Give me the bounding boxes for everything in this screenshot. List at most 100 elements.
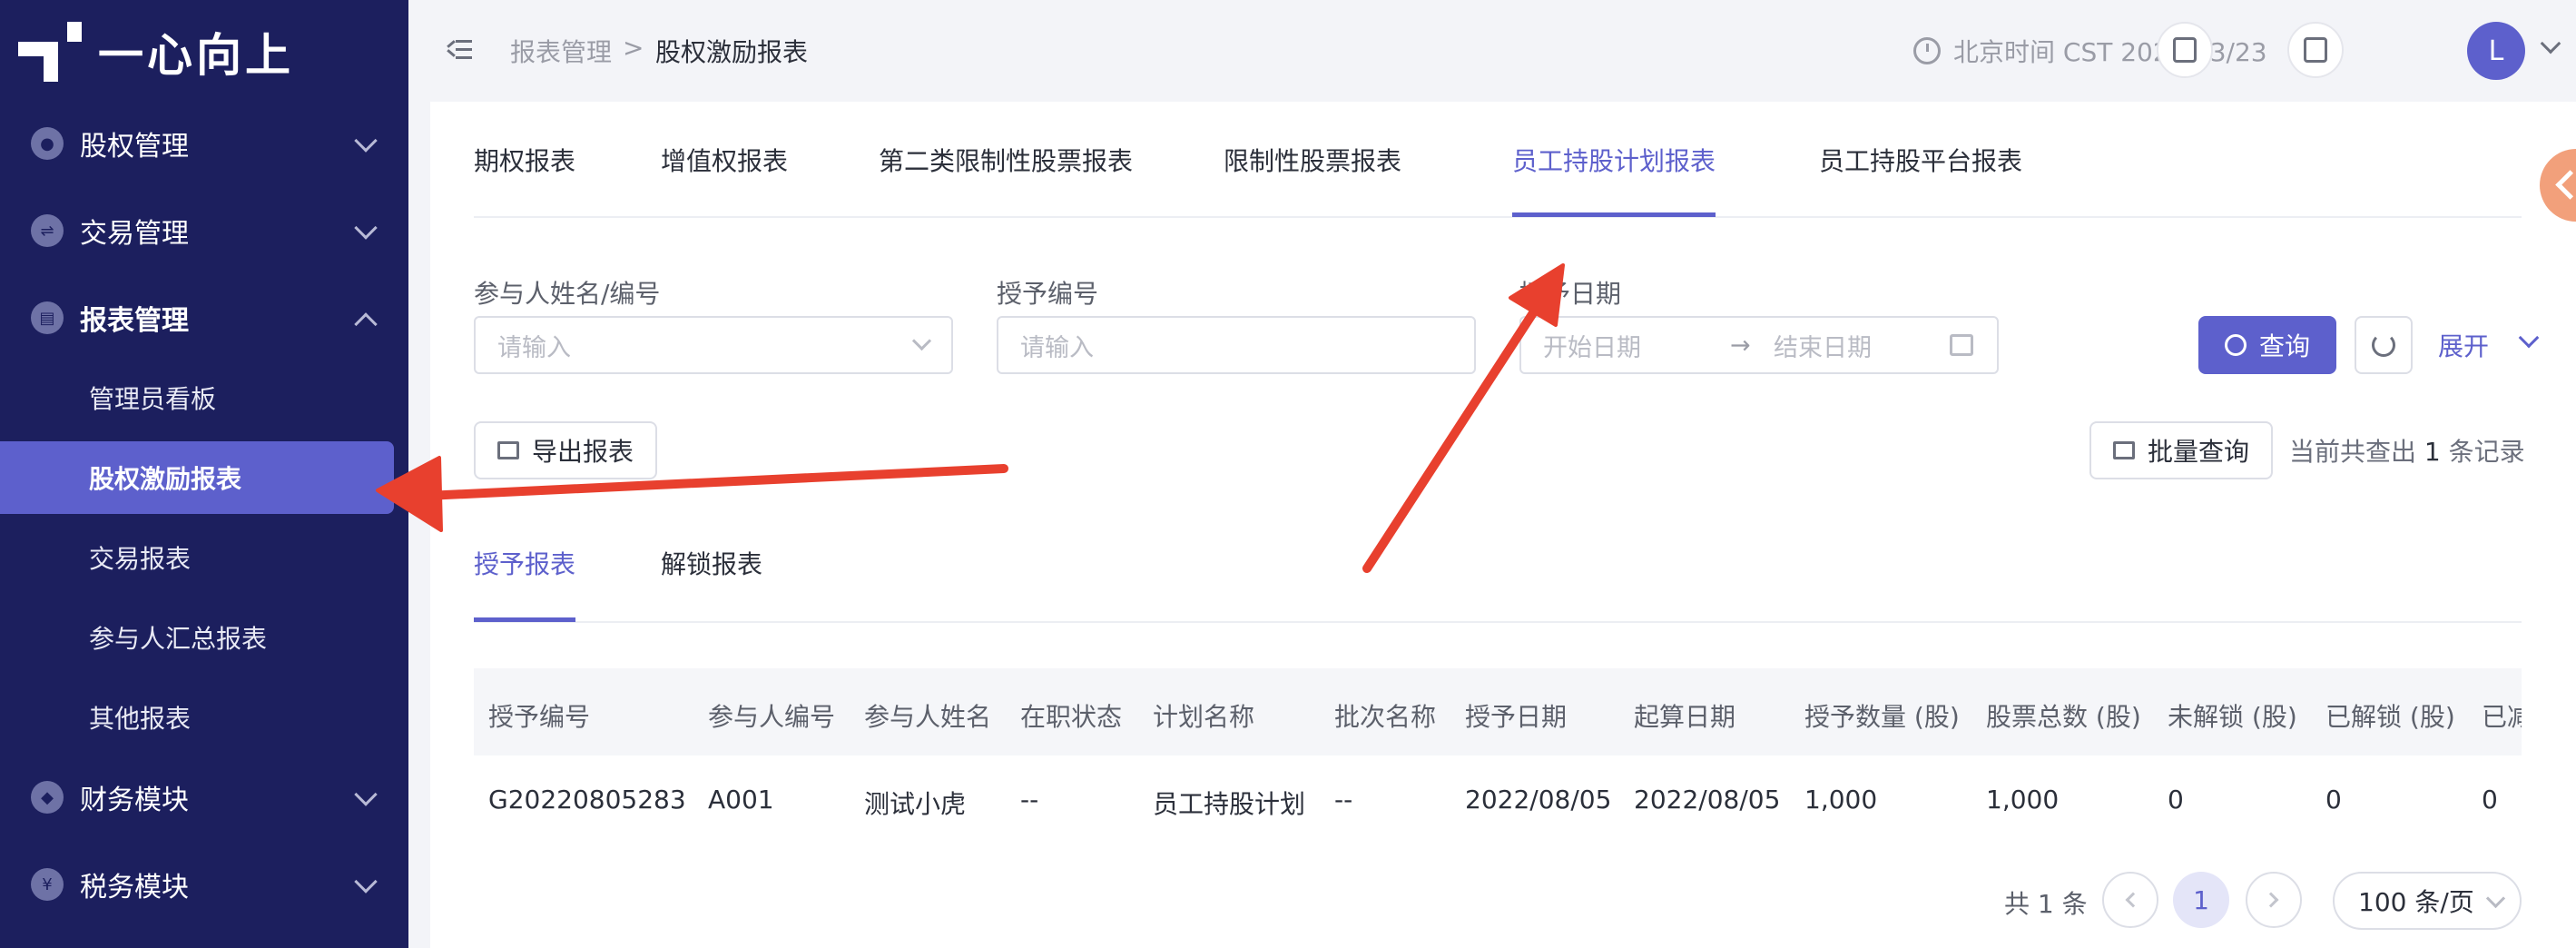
sidebar-subitem-admin-board[interactable]: 管理员看板 xyxy=(0,361,408,434)
avatar[interactable]: L xyxy=(2467,22,2525,80)
finance-icon: ◆ xyxy=(31,781,64,814)
chevron-down-icon[interactable] xyxy=(2518,327,2540,349)
calendar-icon xyxy=(1950,334,1973,356)
chevron-down-icon xyxy=(911,331,932,351)
chevron-down-icon xyxy=(354,783,378,806)
page-size-select[interactable]: 100 条/页 xyxy=(2333,872,2522,930)
column-header: 已解锁 (股) xyxy=(2325,702,2455,732)
participant-label: 参与人姓名/编号 xyxy=(474,279,661,309)
subtabs-divider xyxy=(474,621,2522,623)
sidebar-item-report[interactable]: ▤ 报表管理 xyxy=(0,281,408,354)
report-tabs: 期权报表 增值权报表 第二类限制性股票报表 限制性股票报表 员工持股计划报表 员… xyxy=(474,102,2522,218)
table-cell: 0 xyxy=(2168,785,2184,815)
expand-filters-link[interactable]: 展开 xyxy=(2438,327,2489,363)
pagination-total: 共 1 条 xyxy=(2004,889,2088,919)
sidebar-subitem-other-report[interactable]: 其他报表 xyxy=(0,681,408,754)
end-date-placeholder[interactable]: 结束日期 xyxy=(1774,328,1872,363)
breadcrumb-parent[interactable]: 报表管理 xyxy=(510,33,612,69)
clock-icon xyxy=(1913,37,1941,64)
tab-sar-report[interactable]: 增值权报表 xyxy=(661,142,788,178)
grant-no-input[interactable]: 请输入 xyxy=(997,316,1476,374)
sidebar-subitem-equity-report[interactable]: 股权激励报表 xyxy=(0,441,394,514)
query-button-label: 查询 xyxy=(2258,331,2310,361)
column-header: 参与人编号 xyxy=(708,702,836,732)
column-header: 在职状态 xyxy=(1020,702,1123,732)
table-cell: -- xyxy=(1020,785,1039,815)
logo-text: 一心向上 xyxy=(98,29,294,82)
server-time-text: 北京时间 CST 2023/03/23 xyxy=(1953,37,2267,67)
subtab-unlock-report[interactable]: 解锁报表 xyxy=(661,545,762,581)
export-report-button[interactable]: 导出报表 xyxy=(474,421,658,479)
sidebar-item-label: 财务模块 xyxy=(80,785,189,816)
table-cell: A001 xyxy=(708,785,774,815)
grant-date-range[interactable]: 开始日期 → 结束日期 xyxy=(1519,316,1999,374)
chevron-down-icon[interactable] xyxy=(2540,33,2561,54)
sidebar-item-tax[interactable]: ¥ 税务模块 xyxy=(0,848,408,921)
start-date-placeholder[interactable]: 开始日期 xyxy=(1543,328,1641,363)
column-header: 股票总数 (股) xyxy=(1986,702,2141,732)
reset-button[interactable] xyxy=(2355,316,2413,374)
wardrobe-button[interactable] xyxy=(2287,22,2344,78)
task-button[interactable] xyxy=(2157,22,2213,78)
active-subtab-indicator xyxy=(474,617,575,622)
sidebar-item-trade[interactable]: ⇌ 交易管理 xyxy=(0,194,408,267)
app-logo[interactable]: 一心向上 xyxy=(16,20,294,84)
prev-page-button[interactable] xyxy=(2102,872,2158,928)
trade-icon: ⇌ xyxy=(31,214,64,247)
equity-icon: ● xyxy=(31,127,64,160)
server-time: 北京时间 CST 2023/03/23 xyxy=(1913,33,2267,69)
table-cell: 0 xyxy=(2325,785,2342,815)
tab-class2-restricted-report[interactable]: 第二类限制性股票报表 xyxy=(879,142,1133,178)
tab-option-report[interactable]: 期权报表 xyxy=(474,142,575,178)
tab-esop-report[interactable]: 员工持股计划报表 xyxy=(1512,142,1716,178)
breadcrumb-separator: > xyxy=(623,33,644,63)
sidebar-item-equity[interactable]: ● 股权管理 xyxy=(0,107,408,180)
upload-icon xyxy=(2113,441,2135,459)
tab-esop-platform-report[interactable]: 员工持股平台报表 xyxy=(1819,142,2022,178)
batch-query-button[interactable]: 批量查询 xyxy=(2089,421,2274,479)
tax-icon: ¥ xyxy=(31,868,64,901)
column-header: 未解锁 (股) xyxy=(2168,702,2297,732)
report-icon: ▤ xyxy=(31,301,64,334)
sidebar-item-label: 股权管理 xyxy=(80,131,189,163)
participant-placeholder: 请输入 xyxy=(497,333,571,362)
report-panel: 期权报表 增值权报表 第二类限制性股票报表 限制性股票报表 员工持股计划报表 员… xyxy=(430,102,2576,948)
query-button[interactable]: 查询 xyxy=(2198,316,2336,374)
chevron-down-icon xyxy=(2485,888,2506,909)
column-header: 起算日期 xyxy=(1634,702,1736,732)
sidebar-item-label: 税务模块 xyxy=(80,872,189,904)
table-cell: 员工持股计划 xyxy=(1153,789,1306,819)
column-header: 已减 xyxy=(2482,702,2522,732)
collapse-sidebar-icon[interactable] xyxy=(447,36,474,64)
page-number-current[interactable]: 1 xyxy=(2173,872,2229,928)
sidebar-item-label: 报表管理 xyxy=(80,305,189,337)
date-range-arrow-icon: → xyxy=(1730,331,1751,360)
column-header: 授予编号 xyxy=(488,702,591,732)
shirt-icon xyxy=(2304,37,2327,63)
table-cell: 1,000 xyxy=(1804,785,1878,815)
result-count-value: 1 xyxy=(2424,437,2441,467)
page-size-value: 100 条/页 xyxy=(2358,887,2474,917)
chevron-right-icon xyxy=(2263,892,2279,908)
active-tab-indicator xyxy=(1512,212,1716,217)
table-cell: 1,000 xyxy=(1986,785,2060,815)
chevron-down-icon xyxy=(354,129,378,153)
export-label: 导出报表 xyxy=(532,437,634,467)
sidebar: 一心向上 ● 股权管理 ⇌ 交易管理 ▤ 报表管理 管理员看板 股权激励报表 交… xyxy=(0,0,408,948)
table-cell: G20220805283 xyxy=(488,785,686,815)
result-suffix: 条记录 xyxy=(2448,437,2525,467)
sidebar-subitem-participant-summary[interactable]: 参与人汇总报表 xyxy=(0,601,408,674)
table-cell: 0 xyxy=(2482,785,2498,815)
chevron-down-icon xyxy=(354,870,378,894)
subtab-grant-report[interactable]: 授予报表 xyxy=(474,545,575,581)
clipboard-check-icon xyxy=(2173,37,2197,63)
column-header: 授予数量 (股) xyxy=(1804,702,1960,732)
sidebar-subitem-trade-report[interactable]: 交易报表 xyxy=(0,521,408,594)
export-icon xyxy=(497,441,519,459)
sidebar-item-finance[interactable]: ◆ 财务模块 xyxy=(0,761,408,834)
next-page-button[interactable] xyxy=(2246,872,2302,928)
refresh-icon xyxy=(2372,333,2395,357)
table-cell: 2022/08/05 xyxy=(1634,785,1781,815)
tab-restricted-stock-report[interactable]: 限制性股票报表 xyxy=(1224,142,1401,178)
participant-select[interactable]: 请输入 xyxy=(474,316,953,374)
